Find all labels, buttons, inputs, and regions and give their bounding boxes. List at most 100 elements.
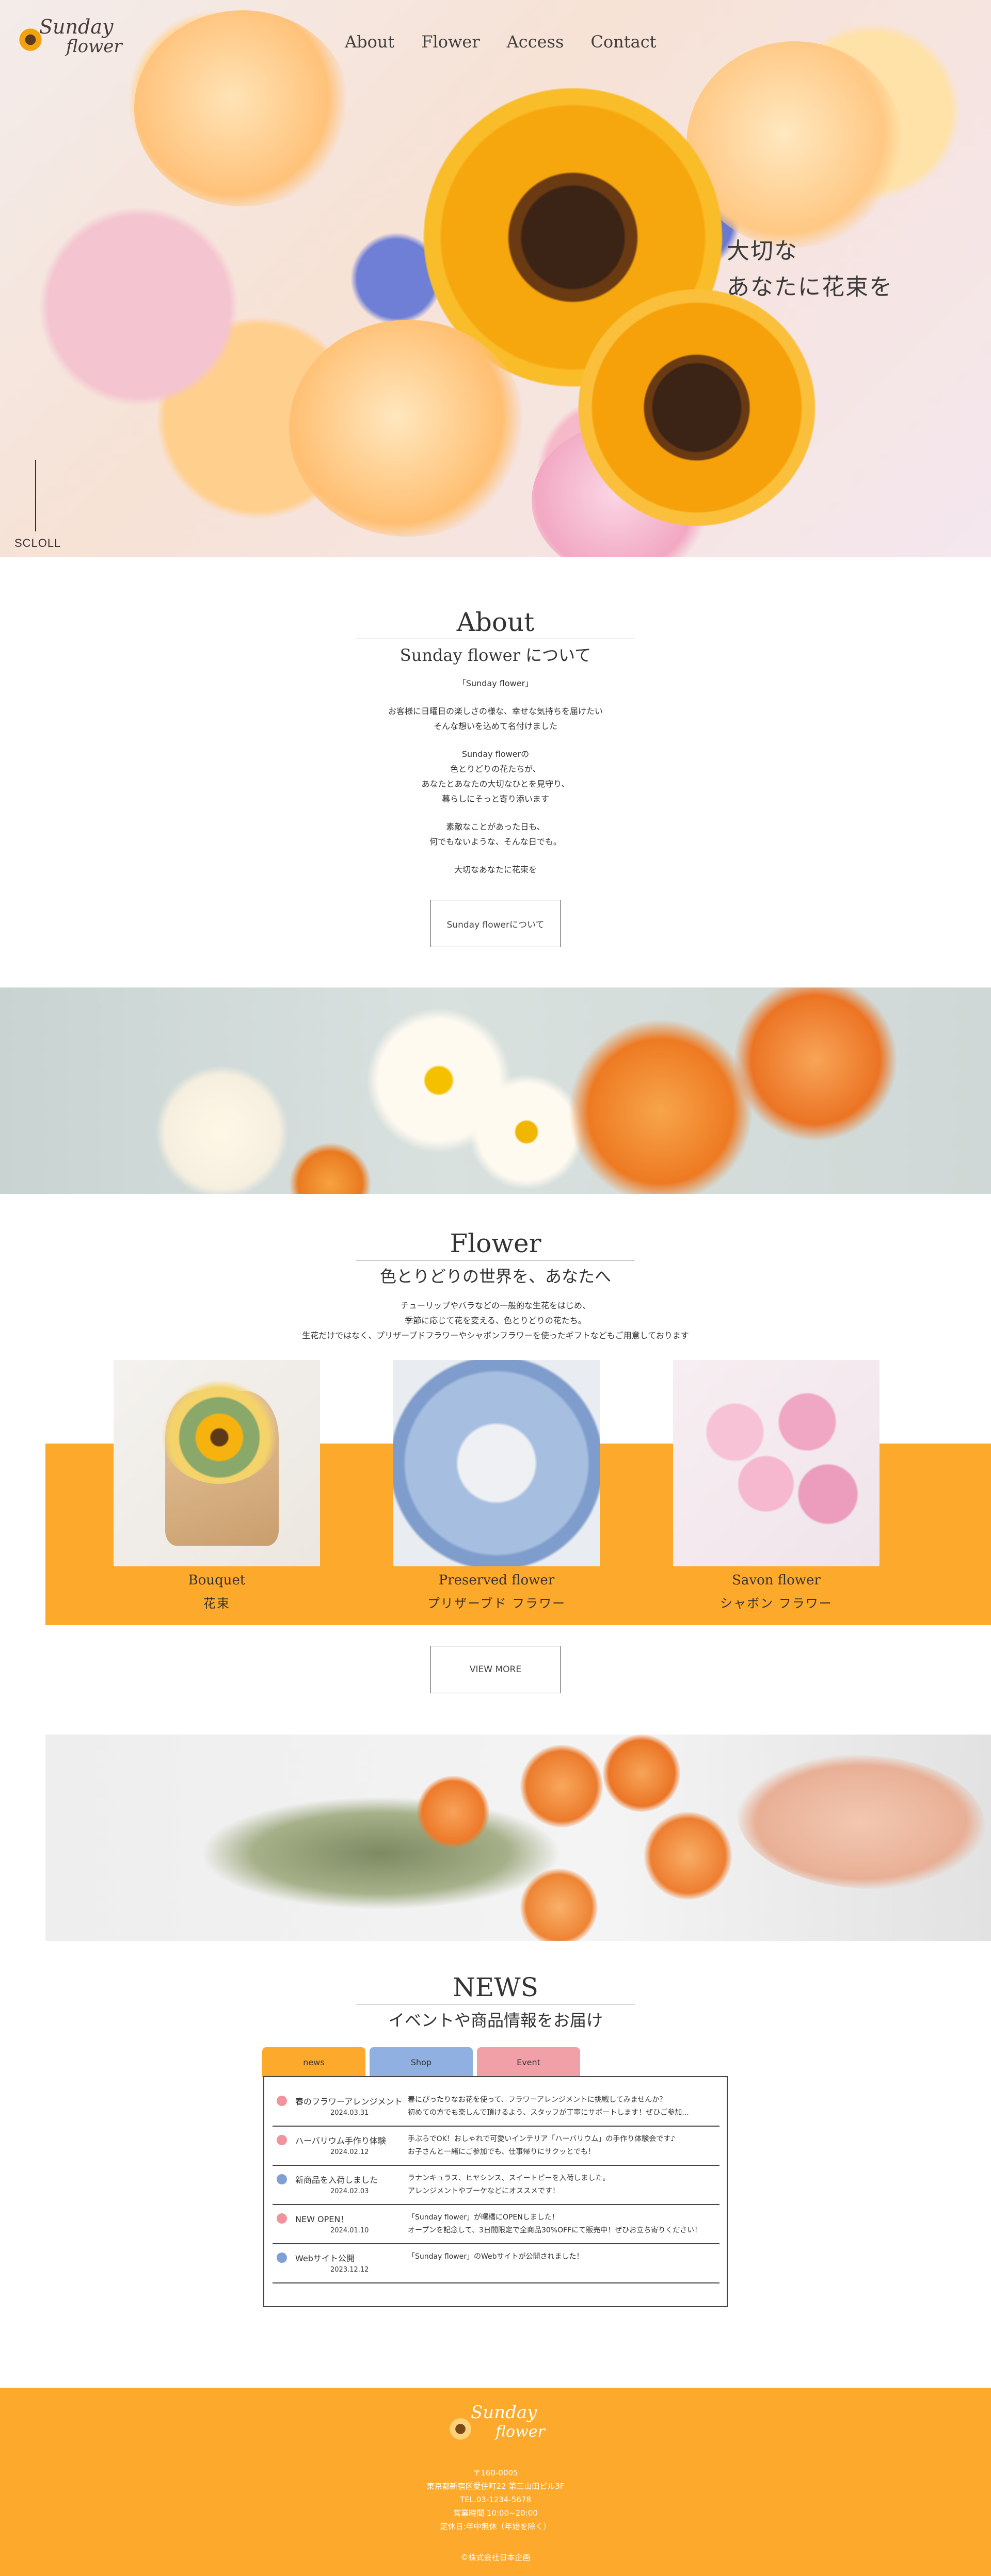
- card-title-ja: 花束: [203, 1596, 230, 1611]
- event-category-icon: [277, 2096, 287, 2106]
- news-item-body: 「Sunday flower」が曙橋にOPENしました！ オープンを記念して、3…: [408, 2211, 717, 2237]
- tab-news[interactable]: news: [262, 2047, 365, 2077]
- hero-rose-image: [289, 320, 526, 537]
- about-text: 「Sunday flower」 お客様に日曜日の楽しさの様な、幸せな気持ちを届け…: [0, 676, 991, 890]
- sunflower-logo-icon: [448, 2417, 473, 2441]
- scroll-label[interactable]: SCLOLL: [14, 537, 61, 550]
- section-title-en: About: [456, 607, 535, 637]
- tulip-image: [568, 1018, 754, 1194]
- footer-logo[interactable]: Sunday flower: [444, 2398, 547, 2455]
- about-line: あなたとあなたの大切なひとを見守り、: [421, 779, 570, 789]
- flower-card-bouquet[interactable]: Bouquet 花束: [114, 1360, 320, 1611]
- news-item-title: 春のフラワーアレンジメント: [295, 2097, 403, 2107]
- news-item[interactable]: NEW OPEN！ 2024.01.10 「Sunday flower」が曙橋に…: [273, 2205, 720, 2244]
- preserved-flower-image: [393, 1360, 600, 1566]
- hero-copy-line: 大切な: [727, 238, 798, 264]
- section-title-ja: Sunday flower について: [399, 645, 592, 665]
- news-item-body: ラナンキュラス、ヒヤシンス、スイートピーを入荷しました。 アレンジメントやブーケ…: [408, 2172, 717, 2198]
- hero-sunflower-image: [578, 289, 816, 526]
- section-title-en: Flower: [450, 1228, 541, 1258]
- tulip-image: [289, 1142, 372, 1194]
- news-body-line: 「Sunday flower」のWebサイトが公開されました！: [408, 2253, 584, 2261]
- news-list: 春のフラワーアレンジメント 2024.03.31 春にぴったりなお花を使って、フ…: [263, 2076, 728, 2307]
- about-paragraph: 素敵なことがあった日も、 何でもないような、そんな日でも。: [0, 819, 991, 849]
- view-more-button[interactable]: VIEW MORE: [430, 1646, 561, 1693]
- flower-card-preserved[interactable]: Preserved flower プリザーブド フラワー: [393, 1360, 600, 1611]
- tab-event[interactable]: Event: [477, 2047, 580, 2077]
- site-footer: Sunday flower 〒160-0005 東京都新宿区愛住町22 第三山田…: [0, 2388, 991, 2576]
- hero-rose-image: [134, 10, 351, 206]
- about-line: 色とりどりの花たちが、: [450, 764, 541, 774]
- flower-heading: Flower 色とりどりの世界を、あなたへ: [0, 1228, 991, 1287]
- news-item-date: 2024.01.10: [330, 2227, 369, 2234]
- card-title-en: Preserved flower: [438, 1573, 555, 1588]
- about-paragraph: 「Sunday flower」: [0, 676, 991, 691]
- news-item[interactable]: ハーバリウム手作り体験 2024.02.12 手ぶらでOK！おしゃれで可愛いイン…: [273, 2127, 720, 2166]
- news-body-line: お子さんと一緒にご参加でも、仕事帰りにサクッとでも！: [408, 2148, 595, 2156]
- logo-text-sunday: Sunday: [39, 15, 114, 38]
- savon-flower-image: [673, 1360, 880, 1566]
- news-item-date: 2023.12.12: [330, 2266, 369, 2274]
- flower-lead-line: 季節に応じて花を変える、色とりどりの花たち。: [405, 1316, 586, 1325]
- about-line: そんな想いを込めて名付けました: [433, 721, 557, 731]
- news-body-line: オープンを記念して、3日間限定で全商品30%OFFにて販売中！ぜひお立ち寄りくだ…: [408, 2226, 702, 2234]
- footer-line: 〒160-0005: [473, 2468, 518, 2477]
- main-nav: About Flower Access Contact: [345, 32, 656, 52]
- footer-copyright: ©株式会社日本企画: [460, 2553, 531, 2562]
- about-more-button[interactable]: Sunday flowerについて: [430, 900, 561, 947]
- footer-line: 営業時間 10:00~20:00: [453, 2508, 538, 2518]
- tulip-image: [733, 987, 898, 1142]
- news-item[interactable]: 新商品を入荷しました 2024.02.03 ラナンキュラス、ヒヤシンス、スイート…: [273, 2166, 720, 2205]
- nav-link-contact[interactable]: Contact: [590, 32, 656, 52]
- about-line: 何でもないような、そんな日でも。: [429, 837, 562, 847]
- news-item[interactable]: 春のフラワーアレンジメント 2024.03.31 春にぴったりなお花を使って、フ…: [273, 2087, 720, 2127]
- bouquet-image: [114, 1360, 320, 1566]
- news-item-date: 2024.03.31: [330, 2109, 369, 2117]
- ranunculus-image: [603, 1735, 680, 1812]
- news-item-date: 2024.02.03: [330, 2188, 369, 2195]
- ranunculus-image: [644, 1812, 732, 1900]
- ranunculus-image: [417, 1776, 489, 1848]
- shop-category-icon: [277, 2253, 287, 2263]
- nav-link-flower[interactable]: Flower: [421, 32, 479, 52]
- flower-lead-text: チューリップやバラなどの一般的な生花をはじめ、 季節に応じて花を変える、色とりど…: [0, 1298, 991, 1343]
- news-body-line: 手ぶらでOK！おしゃれで可愛いインテリア「ハーバリウム」の手作り体験会です♪: [408, 2135, 676, 2143]
- shop-category-icon: [277, 2174, 287, 2184]
- logo-text-sunday: Sunday: [471, 2402, 537, 2423]
- section-title-ja: イベントや商品情報をお届け: [388, 2011, 603, 2030]
- card-title-ja: プリザーブド フラワー: [427, 1596, 566, 1611]
- footer-line: TEL.03-1234-5678: [459, 2495, 532, 2504]
- card-title-en: Savon flower: [732, 1573, 821, 1588]
- hero-copy-line: あなたに花束を: [727, 274, 893, 300]
- logo-text-flower: flower: [496, 2423, 545, 2441]
- card-title-en: Bouquet: [188, 1573, 246, 1588]
- ranunculus-image: [520, 1745, 603, 1827]
- nav-link-about[interactable]: About: [345, 32, 394, 52]
- event-category-icon: [277, 2135, 287, 2145]
- news-body-line: 「Sunday flower」が曙橋にOPENしました！: [408, 2213, 559, 2222]
- ranunculus-photo-band: [45, 1735, 991, 1941]
- scroll-indicator-line: [35, 460, 36, 531]
- hero-section: Sunday flower About Flower Access Contac…: [0, 0, 991, 557]
- news-item[interactable]: Webサイト公開 2023.12.12 「Sunday flower」のWebサ…: [273, 2244, 720, 2283]
- news-item-title: 新商品を入荷しました: [295, 2175, 378, 2185]
- footer-line: 東京都新宿区愛住町22 第三山田ビル3F: [426, 2482, 565, 2491]
- site-logo[interactable]: Sunday flower: [14, 11, 122, 68]
- about-line: Sunday flowerの: [461, 749, 530, 759]
- nav-link-access[interactable]: Access: [507, 32, 564, 52]
- about-line: 暮らしにそっと寄り添います: [442, 794, 549, 804]
- event-category-icon: [277, 2213, 287, 2224]
- section-title-ja: 色とりどりの世界を、あなたへ: [379, 1267, 611, 1286]
- logo-text-flower: flower: [66, 36, 122, 57]
- about-line: 大切なあなたに花束を: [454, 865, 537, 874]
- about-paragraph: Sunday flowerの 色とりどりの花たちが、 あなたとあなたの大切なひと…: [0, 747, 991, 806]
- flower-card-savon[interactable]: Savon flower シャボン フラワー: [673, 1360, 880, 1611]
- news-body-line: 春にぴったりなお花を使って、フラワーアレンジメントに挑戦してみませんか？: [408, 2096, 667, 2104]
- news-item-body: 「Sunday flower」のWebサイトが公開されました！: [408, 2250, 717, 2263]
- flower-lead-line: チューリップやバラなどの一般的な生花をはじめ、: [400, 1301, 590, 1310]
- news-tabs: news Shop Event: [262, 2047, 580, 2077]
- news-item-date: 2024.02.12: [330, 2148, 369, 2156]
- card-title-ja: シャボン フラワー: [720, 1596, 833, 1611]
- tab-shop[interactable]: Shop: [370, 2047, 473, 2077]
- news-heading: NEWS イベントや商品情報をお届け: [0, 1972, 991, 2031]
